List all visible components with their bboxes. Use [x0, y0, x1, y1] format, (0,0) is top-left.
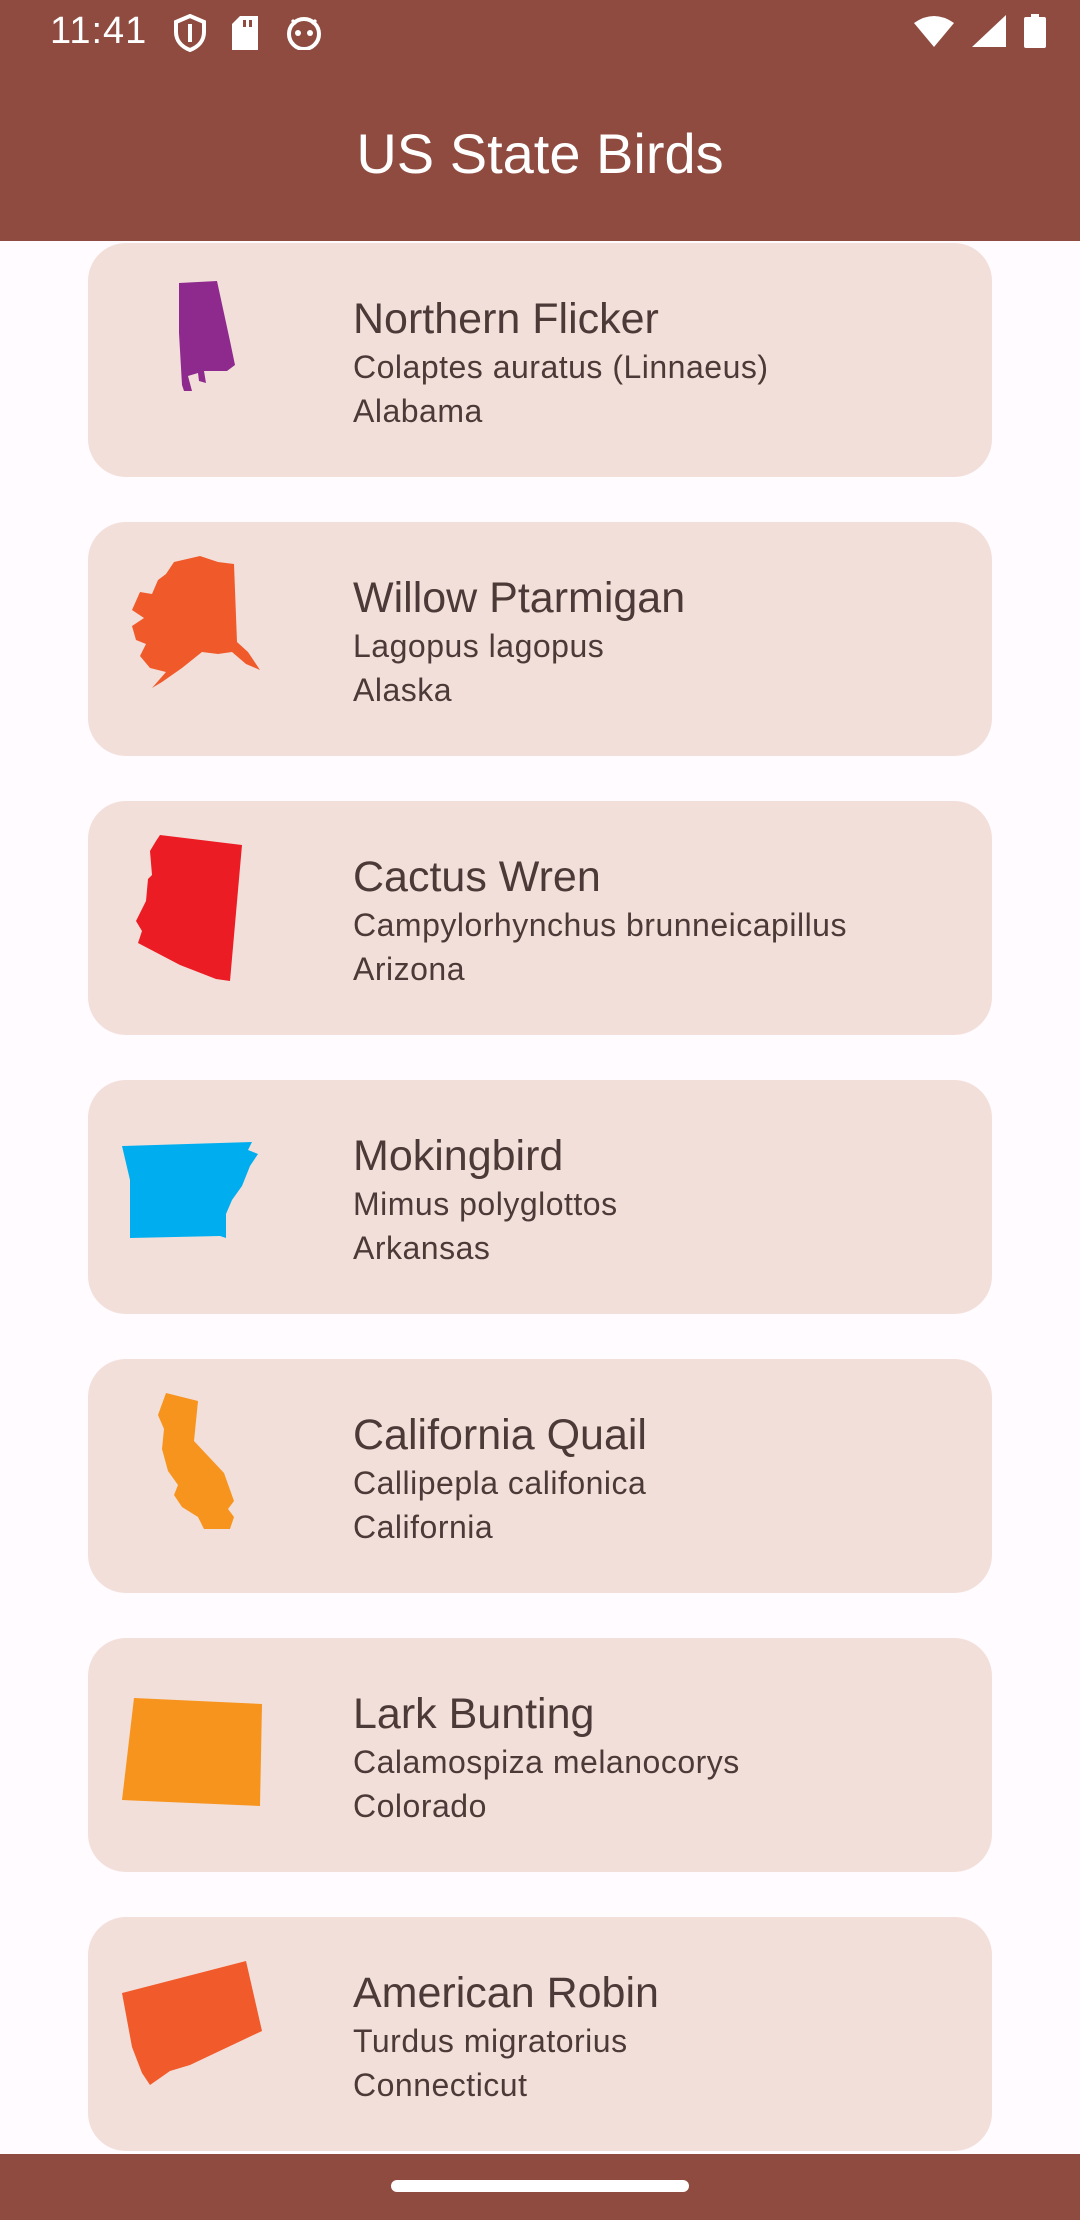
- bird-scientific-name: Colaptes auratus (Linnaeus): [353, 349, 769, 385]
- bird-scientific-name: Lagopus lagopus: [353, 628, 605, 664]
- bird-scientific-name: Campylorhynchus brunneicapillus: [353, 907, 847, 943]
- arizona-map-icon: [136, 835, 242, 981]
- bird-state: Alaska: [353, 672, 453, 708]
- bird-name: Cactus Wren: [353, 853, 601, 901]
- bird-state: Colorado: [353, 1788, 487, 1824]
- sd-card-icon: [232, 16, 260, 55]
- colorado-map-icon: [122, 1698, 262, 1806]
- alabama-map-icon: [179, 281, 235, 391]
- top-app-bar: 11:41 US State Birds: [0, 0, 1080, 241]
- bird-scientific-name: Turdus migratorius: [353, 2023, 628, 2059]
- home-gesture-handle[interactable]: [391, 2180, 689, 2192]
- bird-card[interactable]: Cactus Wren Campylorhynchus brunneicapil…: [88, 801, 992, 1035]
- bird-name: Lark Bunting: [353, 1690, 595, 1738]
- cell-signal-icon: [972, 15, 1006, 52]
- bird-card[interactable]: Northern Flicker Colaptes auratus (Linna…: [88, 243, 992, 477]
- bird-state: Arkansas: [353, 1230, 491, 1266]
- bird-scientific-name: Calamospiza melanocorys: [353, 1744, 740, 1780]
- bird-card[interactable]: American Robin Turdus migratorius Connec…: [88, 1917, 992, 2151]
- android-debug-icon: [286, 16, 322, 55]
- shield-icon: [174, 13, 206, 57]
- bird-card[interactable]: Willow Ptarmigan Lagopus lagopus Alaska: [88, 522, 992, 756]
- bird-state: Alabama: [353, 393, 483, 429]
- bird-card[interactable]: California Quail Callipepla califonica C…: [88, 1359, 992, 1593]
- california-map-icon: [158, 1393, 234, 1529]
- status-time: 11:41: [50, 10, 148, 52]
- battery-icon: [1024, 14, 1046, 53]
- bird-scientific-name: Callipepla califonica: [353, 1465, 647, 1501]
- bird-state: California: [353, 1509, 494, 1545]
- bird-scientific-name: Mimus polyglottos: [353, 1186, 618, 1222]
- bird-name: Northern Flicker: [353, 295, 659, 343]
- bird-card[interactable]: Mokingbird Mimus polyglottos Arkansas: [88, 1080, 992, 1314]
- bird-name: Willow Ptarmigan: [353, 574, 686, 622]
- arkansas-map-icon: [122, 1142, 258, 1238]
- navigation-bar: [0, 2154, 1080, 2220]
- connecticut-map-icon: [122, 1961, 262, 2085]
- alaska-map-icon: [132, 556, 260, 688]
- bird-state: Arizona: [353, 951, 465, 987]
- bird-card[interactable]: Lark Bunting Calamospiza melanocorys Col…: [88, 1638, 992, 1872]
- page-title: US State Birds: [356, 122, 724, 185]
- bird-name: Mokingbird: [353, 1132, 564, 1180]
- bird-state: Connecticut: [353, 2067, 528, 2103]
- bird-name: American Robin: [353, 1969, 659, 2017]
- bird-list[interactable]: Northern Flicker Colaptes auratus (Linna…: [0, 241, 1080, 2154]
- wifi-icon: [914, 15, 954, 52]
- status-bar: 11:41: [0, 0, 1080, 66]
- bird-name: California Quail: [353, 1411, 647, 1459]
